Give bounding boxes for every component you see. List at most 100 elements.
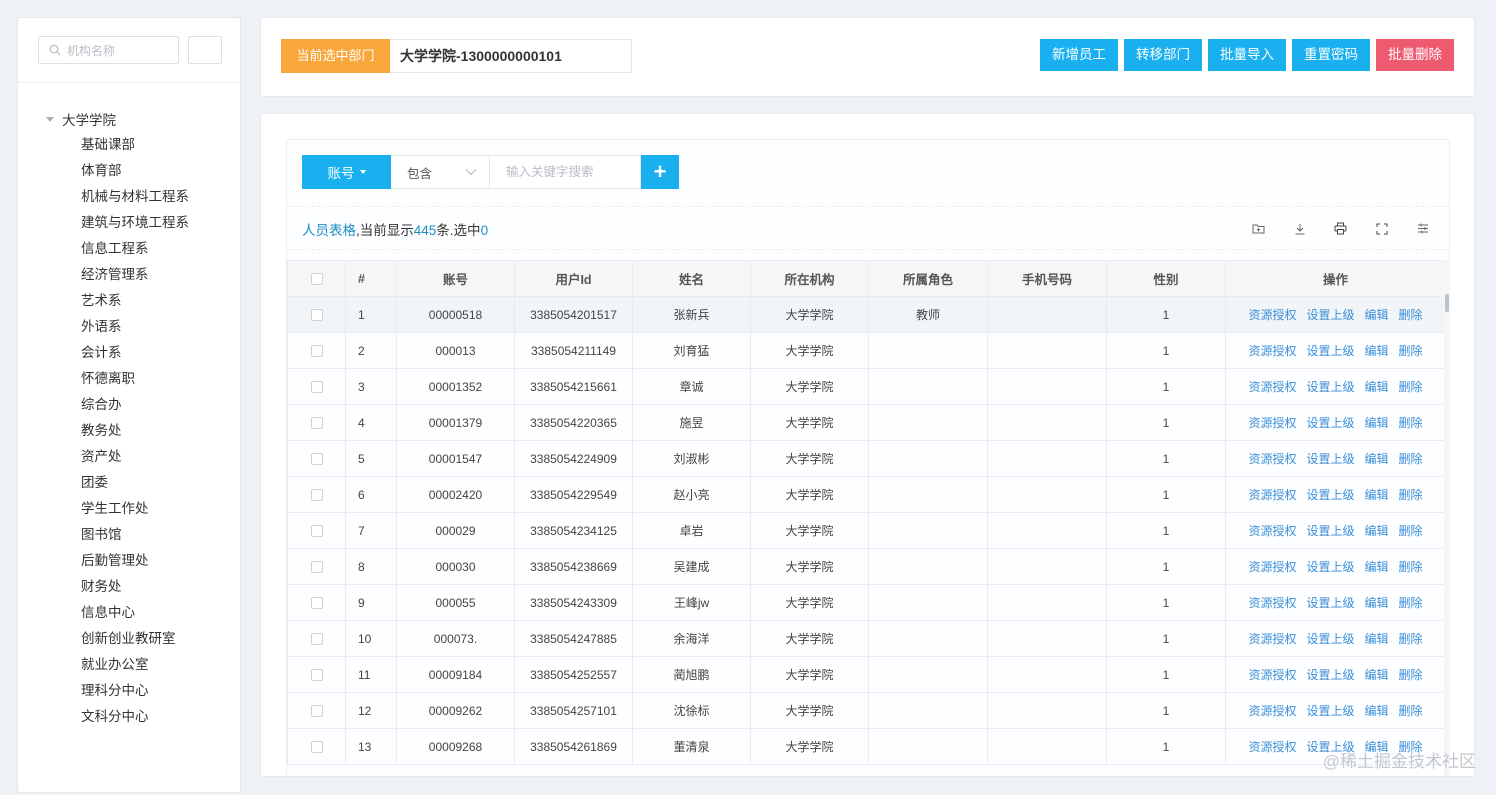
set-superior-link[interactable]: 设置上级 bbox=[1306, 416, 1354, 430]
set-superior-link[interactable]: 设置上级 bbox=[1306, 668, 1354, 682]
caret-down-icon[interactable] bbox=[46, 116, 54, 122]
tree-node[interactable]: 创新创业教研室 bbox=[81, 626, 189, 652]
delete-link[interactable]: 删除 bbox=[1399, 704, 1423, 718]
set-superior-link[interactable]: 设置上级 bbox=[1306, 704, 1354, 718]
col-header-name[interactable]: 姓名 bbox=[632, 260, 751, 297]
tree-node[interactable]: 会计系 bbox=[81, 340, 189, 366]
row-checkbox[interactable] bbox=[310, 669, 323, 682]
col-header-account[interactable]: 账号 bbox=[396, 260, 515, 297]
grant-resource-link[interactable]: 资源授权 bbox=[1248, 560, 1296, 574]
row-select-cell[interactable] bbox=[287, 692, 346, 729]
set-superior-link[interactable]: 设置上级 bbox=[1306, 452, 1354, 466]
edit-link[interactable]: 编辑 bbox=[1365, 560, 1389, 574]
batch-import-button[interactable]: 批量导入 bbox=[1208, 39, 1286, 71]
row-select-cell[interactable] bbox=[287, 584, 346, 621]
table-row[interactable]: 12 00009262 3385054257101 沈徐标 大学学院 1 资源授权 设置上级编… bbox=[287, 692, 1446, 729]
row-select-cell[interactable] bbox=[287, 332, 346, 369]
row-select-cell[interactable] bbox=[287, 476, 346, 513]
filter-operator-select[interactable]: 包含 bbox=[391, 155, 490, 189]
grant-resource-link[interactable]: 资源授权 bbox=[1248, 524, 1296, 538]
batch-delete-button[interactable]: 批量删除 bbox=[1376, 39, 1454, 71]
folder-icon[interactable] bbox=[1250, 220, 1267, 237]
table-row[interactable]: 6 00002420 3385054229549 赵小亮 大学学院 1 资源授权 设置上级 编辑… bbox=[287, 476, 1446, 513]
table-row[interactable]: 5 00001547 3385054224909 刘淑彬 大学学院 1 资源授权 设置上级 编辑… bbox=[287, 440, 1446, 477]
tree-node[interactable]: 基础课部 bbox=[81, 132, 189, 158]
tree-node[interactable]: 艺术系 bbox=[81, 288, 189, 314]
add-filter-button[interactable]: + bbox=[641, 155, 679, 189]
col-header-phone[interactable]: 手机号码 bbox=[987, 260, 1107, 297]
select-all-checkbox[interactable] bbox=[310, 273, 323, 286]
row-checkbox[interactable] bbox=[310, 597, 323, 610]
set-superior-link[interactable]: 设置上级 bbox=[1306, 488, 1354, 502]
row-select-cell[interactable] bbox=[287, 512, 346, 549]
row-select-cell[interactable] bbox=[287, 296, 346, 333]
edit-link[interactable]: 编辑 bbox=[1365, 308, 1389, 322]
tree-node[interactable]: 资产处 bbox=[81, 444, 189, 470]
delete-link[interactable]: 删除 bbox=[1399, 632, 1423, 646]
row-checkbox[interactable] bbox=[310, 417, 323, 430]
set-superior-link[interactable]: 设置上级 bbox=[1306, 308, 1354, 322]
tree-node[interactable]: 就业办公室 bbox=[81, 652, 189, 678]
filter-field-dropdown[interactable]: 账号 bbox=[302, 155, 391, 189]
grant-resource-link[interactable]: 资源授权 bbox=[1248, 488, 1296, 502]
col-header-userid[interactable]: 用户Id bbox=[514, 260, 633, 297]
delete-link[interactable]: 删除 bbox=[1399, 560, 1423, 574]
grant-resource-link[interactable]: 资源授权 bbox=[1248, 308, 1296, 322]
delete-link[interactable]: 删除 bbox=[1399, 380, 1423, 394]
edit-link[interactable]: 编辑 bbox=[1365, 380, 1389, 394]
col-header-role[interactable]: 所属角色 bbox=[868, 260, 988, 297]
grant-resource-link[interactable]: 资源授权 bbox=[1248, 632, 1296, 646]
row-checkbox[interactable] bbox=[310, 561, 323, 574]
reset-password-button[interactable]: 重置密码 bbox=[1292, 39, 1370, 71]
table-row[interactable]: 3 00001352 3385054215661 章诚 大学学院 1 资源授权 设置上级 编辑删… bbox=[287, 368, 1446, 405]
edit-link[interactable]: 编辑 bbox=[1365, 632, 1389, 646]
delete-link[interactable]: 删除 bbox=[1399, 416, 1423, 430]
tree-node[interactable]: 团委 bbox=[81, 470, 189, 496]
grant-resource-link[interactable]: 资源授权 bbox=[1248, 380, 1296, 394]
row-checkbox[interactable] bbox=[310, 309, 323, 322]
tree-node[interactable]: 综合办 bbox=[81, 392, 189, 418]
row-checkbox[interactable] bbox=[310, 705, 323, 718]
filter-settings-icon[interactable] bbox=[1414, 220, 1431, 237]
tree-node[interactable]: 理科分中心 bbox=[81, 678, 189, 704]
row-checkbox[interactable] bbox=[310, 381, 323, 394]
row-select-cell[interactable] bbox=[287, 548, 346, 585]
tree-node[interactable]: 文科分中心 bbox=[81, 704, 189, 730]
edit-link[interactable]: 编辑 bbox=[1365, 344, 1389, 358]
edit-link[interactable]: 编辑 bbox=[1365, 668, 1389, 682]
row-checkbox[interactable] bbox=[310, 525, 323, 538]
table-row[interactable]: 11 00009184 3385054252557 蔺旭鹏 大学学院 1 资源授权 设置上级编… bbox=[287, 656, 1446, 693]
table-scrollbar-track[interactable] bbox=[1444, 260, 1450, 776]
delete-link[interactable]: 删除 bbox=[1399, 596, 1423, 610]
table-row[interactable]: 1 00000518 3385054201517 张新兵 大学学院 教师 1 资源授权 设置上级… bbox=[287, 296, 1446, 333]
tree-node[interactable]: 怀德离职 bbox=[81, 366, 189, 392]
edit-link[interactable]: 编辑 bbox=[1365, 596, 1389, 610]
tree-node[interactable]: 建筑与环境工程系 bbox=[81, 210, 189, 236]
edit-link[interactable]: 编辑 bbox=[1365, 524, 1389, 538]
keyword-search-input[interactable] bbox=[490, 155, 641, 189]
grant-resource-link[interactable]: 资源授权 bbox=[1248, 416, 1296, 430]
tree-node[interactable]: 体育部 bbox=[81, 158, 189, 184]
row-select-cell[interactable] bbox=[287, 656, 346, 693]
row-select-cell[interactable] bbox=[287, 620, 346, 657]
table-row[interactable]: 9 000055 3385054243309 王峰jw 大学学院 1 资源授权 设置上级 编辑删… bbox=[287, 584, 1446, 621]
delete-link[interactable]: 删除 bbox=[1399, 488, 1423, 502]
org-search-button[interactable] bbox=[188, 36, 222, 64]
edit-link[interactable]: 编辑 bbox=[1365, 416, 1389, 430]
tree-node[interactable]: 后勤管理处 bbox=[81, 548, 189, 574]
table-row[interactable]: 2 000013 3385054211149 刘育猛 大学学院 1 资源授权 设置上级 编辑 删除 bbox=[287, 332, 1446, 369]
table-row[interactable]: 8 000030 3385054238669 吴建成 大学学院 1 资源授权 设置上级 编辑 删除 bbox=[287, 548, 1446, 585]
print-icon[interactable] bbox=[1332, 220, 1349, 237]
row-checkbox[interactable] bbox=[310, 741, 323, 754]
tree-node[interactable]: 机械与材料工程系 bbox=[81, 184, 189, 210]
table-row[interactable]: 7 000029 3385054234125 卓岩 大学学院 1 资源授权 设置上级 编辑 删除 bbox=[287, 512, 1446, 549]
delete-link[interactable]: 删除 bbox=[1399, 344, 1423, 358]
row-select-cell[interactable] bbox=[287, 728, 346, 765]
table-row[interactable]: 13 00009268 3385054261869 董清泉 大学学院 1 资源授权 设置上级编… bbox=[287, 728, 1446, 765]
set-superior-link[interactable]: 设置上级 bbox=[1306, 560, 1354, 574]
transfer-dept-button[interactable]: 转移部门 bbox=[1124, 39, 1202, 71]
select-all-cell[interactable] bbox=[287, 260, 346, 297]
row-checkbox[interactable] bbox=[310, 453, 323, 466]
col-header-org[interactable]: 所在机构 bbox=[750, 260, 869, 297]
tree-node[interactable]: 教务处 bbox=[81, 418, 189, 444]
